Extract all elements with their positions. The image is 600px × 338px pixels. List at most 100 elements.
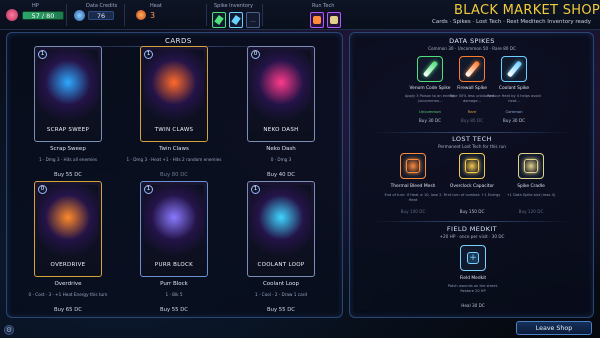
lost-tech-item[interactable] — [400, 153, 426, 179]
credits-group: 76 — [74, 3, 114, 27]
field-medkit-subtitle: +20 HP · once per visit · 30 DC — [439, 234, 505, 239]
medkit-desc: Patch wounds on the street. Restore 20 H… — [447, 284, 499, 293]
data-spikes-subtitle: Common 30 · Uncommon 50 · Rare 80 DC — [428, 46, 516, 51]
card-art — [38, 50, 98, 122]
divider — [124, 4, 125, 26]
card-buy-button[interactable]: Buy 65 DC — [33, 307, 103, 313]
spike-inventory: … — [212, 8, 263, 32]
data-spike-item[interactable] — [501, 56, 527, 82]
lost-tech-item[interactable] — [518, 153, 544, 179]
spike-icon — [422, 60, 438, 78]
card-desc: 0 · Cost · 3 · +1 Heat Energy this turn — [28, 292, 108, 297]
tech-icon — [313, 16, 321, 24]
divider — [262, 4, 263, 26]
card-art — [144, 185, 204, 257]
tech-chip-icon — [406, 159, 420, 173]
credits-value: 76 — [88, 10, 114, 20]
spike-icon — [231, 15, 241, 25]
field-medkit-item[interactable]: + — [460, 245, 486, 271]
hp-bar: 57 / 80 — [22, 10, 64, 20]
card-buy-button[interactable]: Buy 55 DC — [246, 307, 316, 313]
tech-icon — [330, 16, 338, 24]
card[interactable]: 1 Twin Claws — [140, 46, 208, 142]
spike-slot-empty[interactable]: … — [246, 12, 260, 28]
tech-name: Spike Cradle — [517, 184, 545, 189]
card-desc: 1 · Cool · 2 · Draw 1 card — [255, 292, 307, 297]
tech-buy-button[interactable]: Buy 150 DC — [447, 209, 497, 214]
spike-name: Coolant Spike — [498, 86, 530, 91]
run-tech-slot[interactable] — [327, 12, 341, 28]
tech-buy-button[interactable]: Buy 100 DC — [388, 209, 438, 214]
card[interactable]: 0 Overdrive — [34, 181, 102, 277]
card-cost: 1 — [144, 185, 153, 194]
tech-desc: +1 Data Spike slot (max 4) — [506, 193, 556, 197]
spike-buy-button[interactable]: Buy 30 DC — [489, 118, 539, 123]
lost-tech-item[interactable] — [459, 153, 485, 179]
card-art-title: Neko Dash — [263, 127, 299, 133]
hp-value: 57 / 80 — [31, 11, 55, 20]
medkit-name: Field Medkit — [459, 276, 487, 281]
spike-slot-filled[interactable] — [212, 12, 226, 28]
medkit-icon: + — [467, 252, 479, 264]
spike-rarity: Common — [505, 109, 523, 114]
shop-items-panel: DATA SPIKES Common 30 · Uncommon 50 · Ra… — [349, 32, 594, 318]
card-buy-button[interactable]: Buy 55 DC — [33, 172, 103, 178]
card-cost: 1 — [38, 50, 47, 59]
tech-buy-button[interactable]: Buy 120 DC — [506, 209, 556, 214]
divider — [206, 4, 207, 26]
card-name: Neko Dash — [266, 146, 296, 152]
tech-desc: First turn of combat: +1 Energy — [443, 193, 501, 197]
card[interactable]: 1 Coolant Loop — [247, 181, 315, 277]
card-name: Scrap Sweep — [50, 146, 86, 152]
card-buy-button[interactable]: Buy 40 DC — [246, 172, 316, 178]
card-art-title: Overdrive — [50, 262, 86, 268]
card-art-title: Twin Claws — [154, 127, 194, 133]
run-tech-slots — [310, 8, 344, 32]
card-cost: 1 — [251, 185, 260, 194]
tech-chip-icon — [524, 159, 538, 173]
card[interactable]: 1 Purr Block — [140, 181, 208, 277]
card-cost: 1 — [144, 50, 153, 59]
lost-tech-subtitle: Permanent Lost Tech for this run — [438, 144, 506, 149]
card-desc: 1 · Dmg 3 · Hits all enemies — [38, 157, 98, 162]
settings-gear-icon[interactable]: ⚙ — [4, 325, 14, 335]
spike-slot-filled[interactable] — [229, 12, 243, 28]
card-art-title: Purr Block — [154, 262, 194, 268]
card-art-title: Coolant Loop — [257, 262, 305, 268]
card-art-title: Scrap Sweep — [46, 127, 90, 133]
tech-name: Thermal Bleed Mesh — [390, 184, 436, 189]
card-name: Twin Claws — [159, 146, 189, 152]
tech-desc: End of turn: if Heat ≥ 10, lose 2 Heat — [384, 193, 442, 202]
heat-value: 3 — [150, 10, 156, 20]
card-name: Purr Block — [160, 281, 188, 287]
hp-group: 57 / 80 — [6, 3, 64, 27]
tech-name: Overclock Capacitor — [449, 184, 495, 189]
heart-icon — [6, 9, 18, 21]
flame-icon — [136, 10, 146, 20]
card[interactable]: 0 Neko Dash — [247, 46, 315, 142]
lost-tech-title: LOST TECH — [452, 135, 492, 143]
spike-icon — [214, 15, 224, 25]
leave-shop-button[interactable]: Leave Shop — [516, 321, 592, 335]
card-buy-button[interactable]: Buy 55 DC — [139, 307, 209, 313]
data-spike-item[interactable] — [459, 56, 485, 82]
divider — [370, 132, 573, 133]
cards-panel: CARDS 1 Scrap Sweep Scrap Sweep 1 · Dmg 3 … — [6, 32, 343, 318]
card-art — [144, 50, 204, 122]
card-desc: 1 · Blk 5 — [165, 292, 183, 297]
card-desc: 1 · Dmg 3 · Heat +1 · Hits 2 random enem… — [126, 157, 222, 162]
field-medkit-title: FIELD MEDKIT — [446, 225, 498, 233]
run-tech-slot[interactable] — [310, 12, 324, 28]
card-art — [251, 185, 311, 257]
spike-icon — [506, 60, 522, 78]
card-buy-button[interactable]: Buy 80 DC — [139, 172, 209, 178]
spike-icon — [464, 60, 480, 78]
card-name: Coolant Loop — [262, 281, 300, 287]
data-spike-item[interactable] — [417, 56, 443, 82]
card-name: Overdrive — [54, 281, 82, 287]
card[interactable]: 1 Scrap Sweep — [34, 46, 102, 142]
medkit-heal-button[interactable]: Heal 30 DC — [448, 303, 498, 308]
page-subtitle: Cards · Spikes · Lost Tech · Rest Medite… — [432, 19, 591, 25]
divider — [370, 221, 573, 222]
divider — [66, 4, 67, 26]
